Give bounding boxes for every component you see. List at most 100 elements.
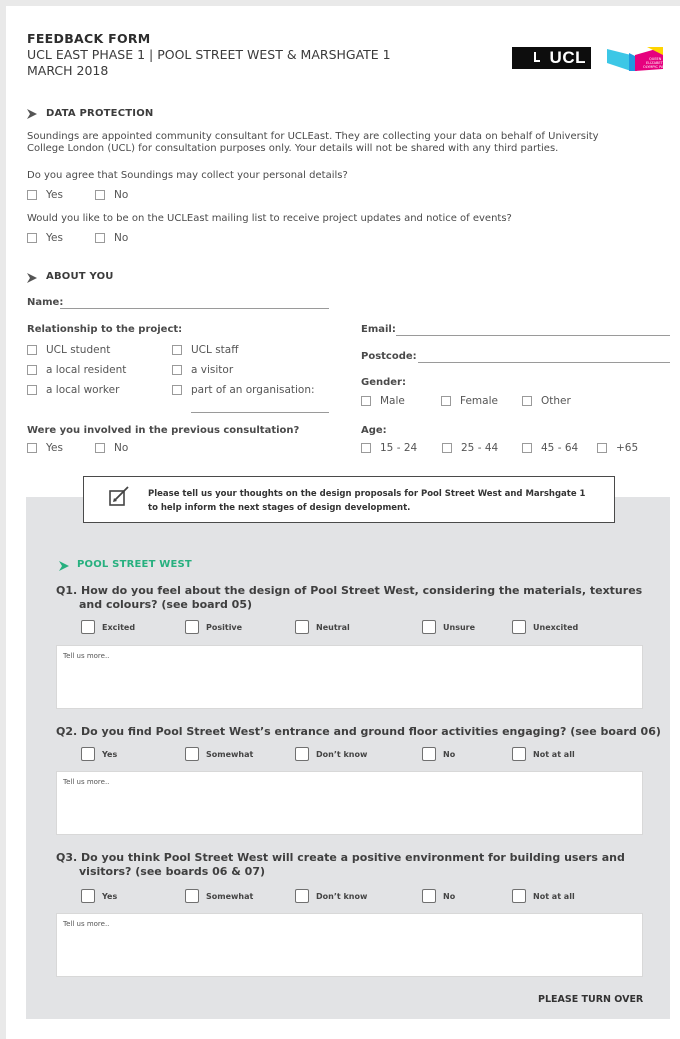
checkbox[interactable]: [81, 747, 95, 761]
gender-male-option[interactable]: Male: [361, 395, 405, 407]
ucl-logo-text: UCL: [549, 48, 586, 67]
mailing-yes-option[interactable]: Yes: [27, 232, 63, 244]
relationship-label: Relationship to the project:: [27, 324, 183, 335]
feedback-form-page: FEEDBACK FORM UCL EAST PHASE 1 | POOL ST…: [6, 6, 680, 1039]
q1-unexcited-option[interactable]: Unexcited: [512, 620, 578, 634]
checkbox[interactable]: [422, 889, 436, 903]
data-protection-heading: DATA PROTECTION: [46, 108, 154, 119]
checkbox[interactable]: [512, 620, 526, 634]
rel-option-local-worker[interactable]: a local worker: [27, 384, 119, 396]
age-45-64-option[interactable]: 45 - 64: [522, 442, 578, 454]
age-25-44-option[interactable]: 25 - 44: [442, 442, 498, 454]
q2-text: Q2. Do you find Pool Street West’s entra…: [56, 725, 661, 738]
rel-option-visitor[interactable]: a visitor: [172, 364, 233, 376]
checkbox[interactable]: [95, 443, 105, 453]
checkbox[interactable]: [81, 620, 95, 634]
q1-positive-option[interactable]: Positive: [185, 620, 242, 634]
checkbox[interactable]: [185, 620, 199, 634]
email-field[interactable]: [396, 335, 670, 336]
mailing-list-question: Would you like to be on the UCLEast mail…: [27, 213, 512, 224]
checkbox[interactable]: [512, 747, 526, 761]
checkbox[interactable]: [522, 443, 532, 453]
age-65-option[interactable]: +65: [597, 442, 638, 454]
please-turn-over: PLEASE TURN OVER: [538, 994, 644, 1005]
checkbox[interactable]: [95, 233, 105, 243]
q1-unsure-option[interactable]: Unsure: [422, 620, 475, 634]
age-15-24-option[interactable]: 15 - 24: [361, 442, 417, 454]
checkbox[interactable]: [361, 443, 371, 453]
project-subtitle: UCL EAST PHASE 1 | POOL STREET WEST & MA…: [27, 47, 391, 62]
checkbox[interactable]: [442, 443, 452, 453]
q3-somewhat-option[interactable]: Somewhat: [185, 889, 253, 903]
mailing-no-option[interactable]: No: [95, 232, 128, 244]
checkbox[interactable]: [27, 190, 37, 200]
q1-neutral-option[interactable]: Neutral: [295, 620, 350, 634]
date-subtitle: MARCH 2018: [27, 63, 109, 78]
svg-text:OLYMPIC PARK: OLYMPIC PARK: [643, 65, 663, 69]
rel-option-organisation[interactable]: part of an organisation:: [172, 384, 315, 396]
gender-female-option[interactable]: Female: [441, 395, 498, 407]
checkbox[interactable]: [172, 365, 182, 375]
form-title: FEEDBACK FORM: [27, 31, 151, 46]
checkbox[interactable]: [512, 889, 526, 903]
checkbox[interactable]: [295, 747, 309, 761]
name-field[interactable]: [60, 308, 329, 309]
q1-text-2: and colours? (see board 05): [79, 598, 253, 611]
checkbox[interactable]: [81, 889, 95, 903]
q2-comment-box[interactable]: Tell us more..: [56, 771, 643, 835]
rel-option-ucl-staff[interactable]: UCL staff: [172, 344, 238, 356]
q1-comment-box[interactable]: Tell us more..: [56, 645, 643, 709]
qeop-logo: QUEEN ELIZABETH OLYMPIC PARK: [607, 47, 663, 71]
checkbox[interactable]: [422, 620, 436, 634]
q3-no-option[interactable]: No: [422, 889, 455, 903]
age-label: Age:: [361, 425, 387, 436]
name-label: Name:: [27, 297, 64, 308]
instruction-text-1: Please tell us your thoughts on the desi…: [148, 489, 586, 499]
checkbox[interactable]: [172, 345, 182, 355]
rel-option-ucl-student[interactable]: UCL student: [27, 344, 110, 356]
q2-no-option[interactable]: No: [422, 747, 455, 761]
q1-excited-option[interactable]: Excited: [81, 620, 135, 634]
checkbox[interactable]: [27, 385, 37, 395]
checkbox[interactable]: [27, 443, 37, 453]
section-arrow-icon: [27, 273, 37, 283]
checkbox[interactable]: [361, 396, 371, 406]
q3-comment-box[interactable]: Tell us more..: [56, 913, 643, 977]
gender-other-option[interactable]: Other: [522, 395, 571, 407]
ucl-crest-icon: [534, 52, 540, 62]
checkbox[interactable]: [295, 620, 309, 634]
checkbox[interactable]: [27, 365, 37, 375]
section-arrow-icon: [27, 109, 37, 119]
previous-no-option[interactable]: No: [95, 442, 128, 454]
q2-dont-know-option[interactable]: Don’t know: [295, 747, 367, 761]
checkbox[interactable]: [95, 190, 105, 200]
consent-yes-option[interactable]: Yes: [27, 189, 63, 201]
q3-not-at-all-option[interactable]: Not at all: [512, 889, 575, 903]
checkbox[interactable]: [295, 889, 309, 903]
rel-option-local-resident[interactable]: a local resident: [27, 364, 126, 376]
checkbox[interactable]: [441, 396, 451, 406]
instruction-text-2: to help inform the next stages of design…: [148, 503, 411, 513]
previous-yes-option[interactable]: Yes: [27, 442, 63, 454]
checkbox[interactable]: [185, 889, 199, 903]
about-you-heading: ABOUT YOU: [46, 271, 114, 282]
checkbox[interactable]: [27, 233, 37, 243]
q2-somewhat-option[interactable]: Somewhat: [185, 747, 253, 761]
checkbox[interactable]: [185, 747, 199, 761]
checkbox[interactable]: [172, 385, 182, 395]
data-protection-text-1: Soundings are appointed community consul…: [27, 131, 599, 142]
q3-yes-option[interactable]: Yes: [81, 889, 117, 903]
checkbox[interactable]: [27, 345, 37, 355]
organisation-field[interactable]: [191, 412, 329, 413]
checkbox[interactable]: [522, 396, 532, 406]
q1-text-1: Q1. How do you feel about the design of …: [56, 584, 643, 597]
q2-yes-option[interactable]: Yes: [81, 747, 117, 761]
postcode-field[interactable]: [418, 362, 670, 363]
q2-not-at-all-option[interactable]: Not at all: [512, 747, 575, 761]
consent-no-option[interactable]: No: [95, 189, 128, 201]
checkbox[interactable]: [597, 443, 607, 453]
ucl-logo: UCL: [512, 47, 591, 69]
q3-text-1: Q3. Do you think Pool Street West will c…: [56, 851, 625, 864]
checkbox[interactable]: [422, 747, 436, 761]
q3-dont-know-option[interactable]: Don’t know: [295, 889, 367, 903]
